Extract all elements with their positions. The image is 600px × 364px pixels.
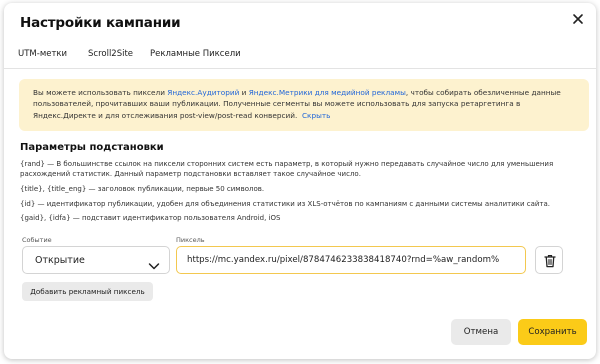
metrica-link[interactable]: Яндекс.Метрики для медийной рекламы [249,88,406,97]
tab-scroll2site[interactable]: Scroll2Site [88,49,133,59]
campaign-settings-dialog: Настройки кампании UTM-метки Scroll2Site… [4,3,596,359]
banner-text-2: и [239,88,249,97]
param-gaid: {gaid}, {idfa} — подставит идентификатор… [20,214,281,222]
audiences-link[interactable]: Яндекс.Аудиторий [167,88,239,97]
save-button[interactable]: Сохранить [518,319,587,345]
add-pixel-button[interactable]: Добавить рекламный пиксель [22,282,153,301]
tab-bar: UTM-метки Scroll2Site Рекламные Пиксели [4,41,596,69]
close-icon[interactable] [570,11,586,27]
chevron-down-icon [148,256,160,270]
param-rand: {rand} — В большинстве ссылок на пиксели… [20,160,554,179]
event-select-value: Открытие [35,255,85,266]
tab-ad-pixels[interactable]: Рекламные Пиксели [150,49,241,59]
pixel-label: Пиксель [176,236,205,244]
params-title: Параметры подстановки [20,142,164,153]
event-label: Событие [22,236,52,244]
info-banner: Вы можете использовать пиксели Яндекс.Ау… [19,79,589,131]
param-title: {title}, {title_eng} — заголовок публика… [20,185,265,193]
dialog-title: Настройки кампании [20,15,181,31]
pixel-url-value: https://mc.yandex.ru/pixel/8784746233838… [187,255,500,265]
tab-utm[interactable]: UTM-метки [18,49,67,59]
pixel-url-input[interactable]: https://mc.yandex.ru/pixel/8784746233838… [176,246,526,274]
delete-pixel-button[interactable] [535,246,563,274]
cancel-button[interactable]: Отмена [451,319,511,345]
banner-text-1: Вы можете использовать пиксели [33,88,168,97]
param-id: {id} — идентификатор публикации, удобен … [20,200,551,208]
event-select[interactable]: Открытие [22,246,170,274]
hide-link[interactable]: Скрыть [302,111,330,120]
